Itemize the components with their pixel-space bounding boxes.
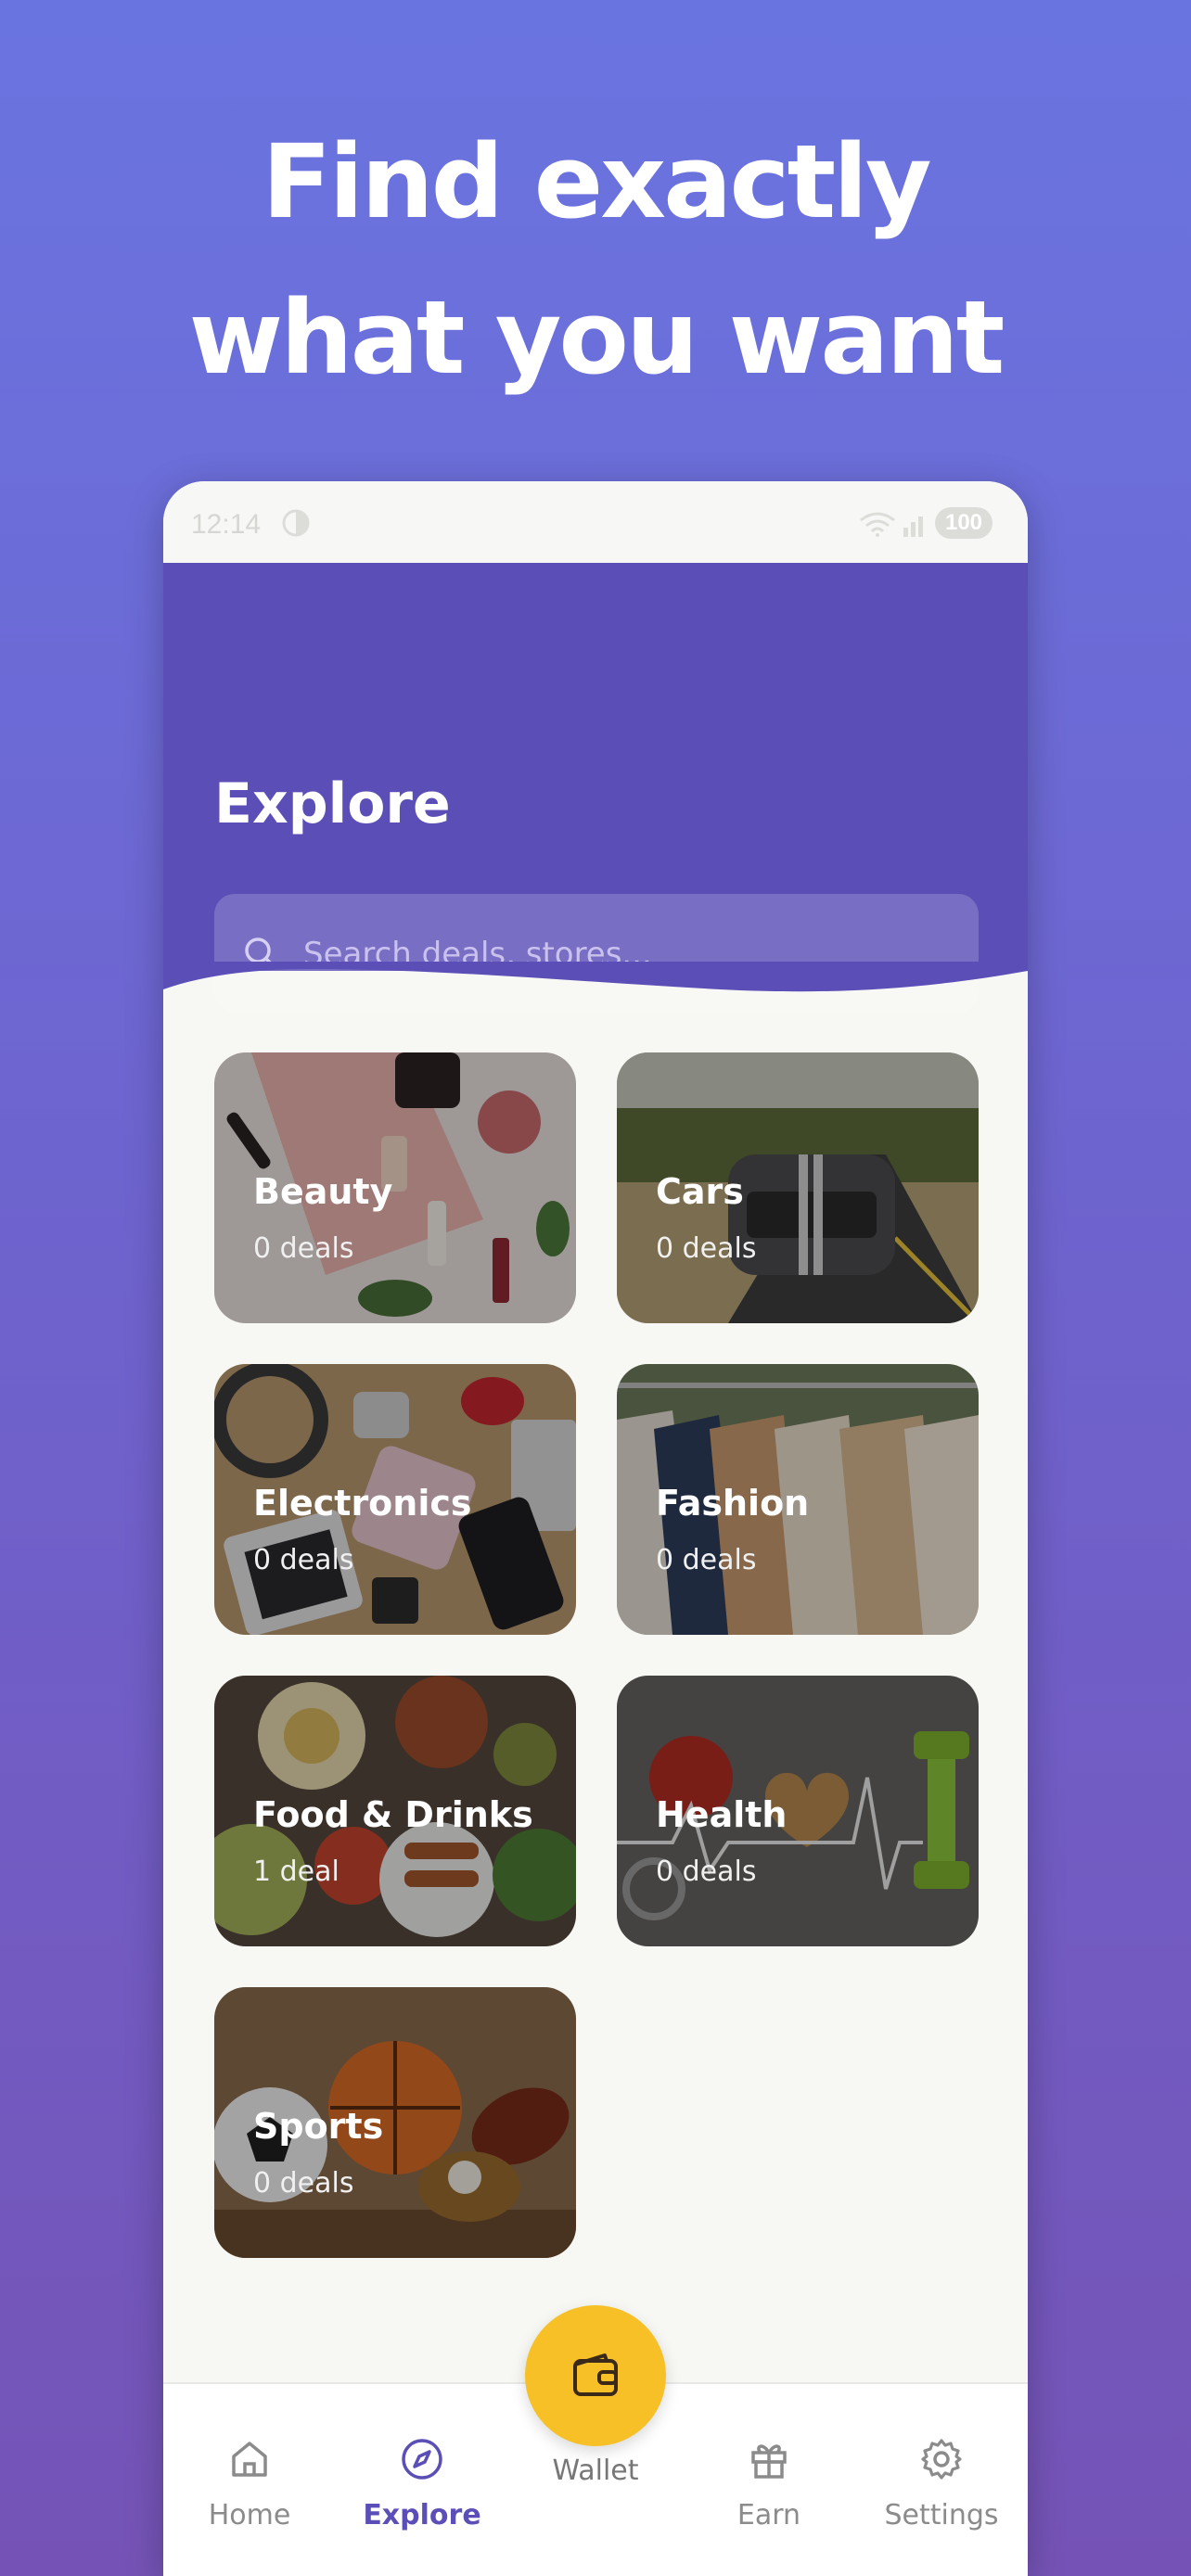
category-deal-count: 0 deals <box>656 1855 757 1888</box>
battery-indicator: 100 <box>935 507 992 539</box>
category-deal-count: 0 deals <box>253 1232 354 1265</box>
category-card-electronics[interactable]: Electronics 0 deals <box>214 1364 576 1635</box>
category-deal-count: 0 deals <box>253 2167 354 2200</box>
category-name: Health <box>656 1794 788 1835</box>
signal-icon <box>903 516 923 537</box>
gear-icon <box>921 2439 962 2480</box>
explore-header: Explore <box>163 563 1028 1014</box>
category-deal-count: 0 deals <box>656 1544 757 1576</box>
status-time: 12:14 <box>191 509 262 540</box>
compass-icon <box>402 2439 442 2480</box>
nav-home-label: Home <box>208 2499 291 2531</box>
category-deal-count: 0 deals <box>656 1232 757 1265</box>
category-name: Fashion <box>656 1483 810 1524</box>
moon-icon <box>282 509 310 537</box>
nav-wallet-label: Wallet <box>552 2455 639 2487</box>
category-card-beauty[interactable]: Beauty 0 deals <box>214 1052 576 1323</box>
phone-frame: 12:14 100 Explore Search deals, stores..… <box>163 481 1028 2576</box>
category-deal-count: 1 deal <box>253 1855 339 1888</box>
nav-earn[interactable]: Earn <box>683 2384 855 2576</box>
category-name: Sports <box>253 2106 384 2147</box>
header-wave-divider <box>163 962 1028 992</box>
nav-explore-label: Explore <box>363 2499 481 2531</box>
nav-settings[interactable]: Settings <box>855 2384 1028 2576</box>
gift-icon <box>751 2444 787 2479</box>
category-card-food-drinks[interactable]: Food & Drinks 1 deal <box>214 1676 576 1946</box>
promo-headline-line1: Find exactly <box>262 122 931 241</box>
home-icon <box>232 2442 267 2477</box>
nav-explore[interactable]: Explore <box>336 2384 508 2576</box>
promo-headline: Find exactly what you want <box>0 104 1191 415</box>
wifi-icon <box>860 512 895 537</box>
status-bar: 12:14 100 <box>163 481 1028 563</box>
category-name: Cars <box>656 1171 744 1212</box>
nav-home[interactable]: Home <box>163 2384 336 2576</box>
category-name: Electronics <box>253 1483 472 1524</box>
promo-headline-line2: what you want <box>188 278 1005 397</box>
nav-settings-label: Settings <box>884 2499 999 2531</box>
page-title: Explore <box>214 772 451 836</box>
nav-earn-label: Earn <box>736 2499 801 2531</box>
category-card-cars[interactable]: Cars 0 deals <box>617 1052 979 1323</box>
category-deal-count: 0 deals <box>253 1544 354 1576</box>
wallet-button[interactable] <box>525 2305 666 2446</box>
category-name: Beauty <box>253 1171 393 1212</box>
wallet-icon <box>573 2353 618 2396</box>
category-name: Food & Drinks <box>253 1794 533 1835</box>
category-card-fashion[interactable]: Fashion 0 deals <box>617 1364 979 1635</box>
category-card-sports[interactable]: Sports 0 deals <box>214 1987 576 2258</box>
category-card-health[interactable]: Health 0 deals <box>617 1676 979 1946</box>
